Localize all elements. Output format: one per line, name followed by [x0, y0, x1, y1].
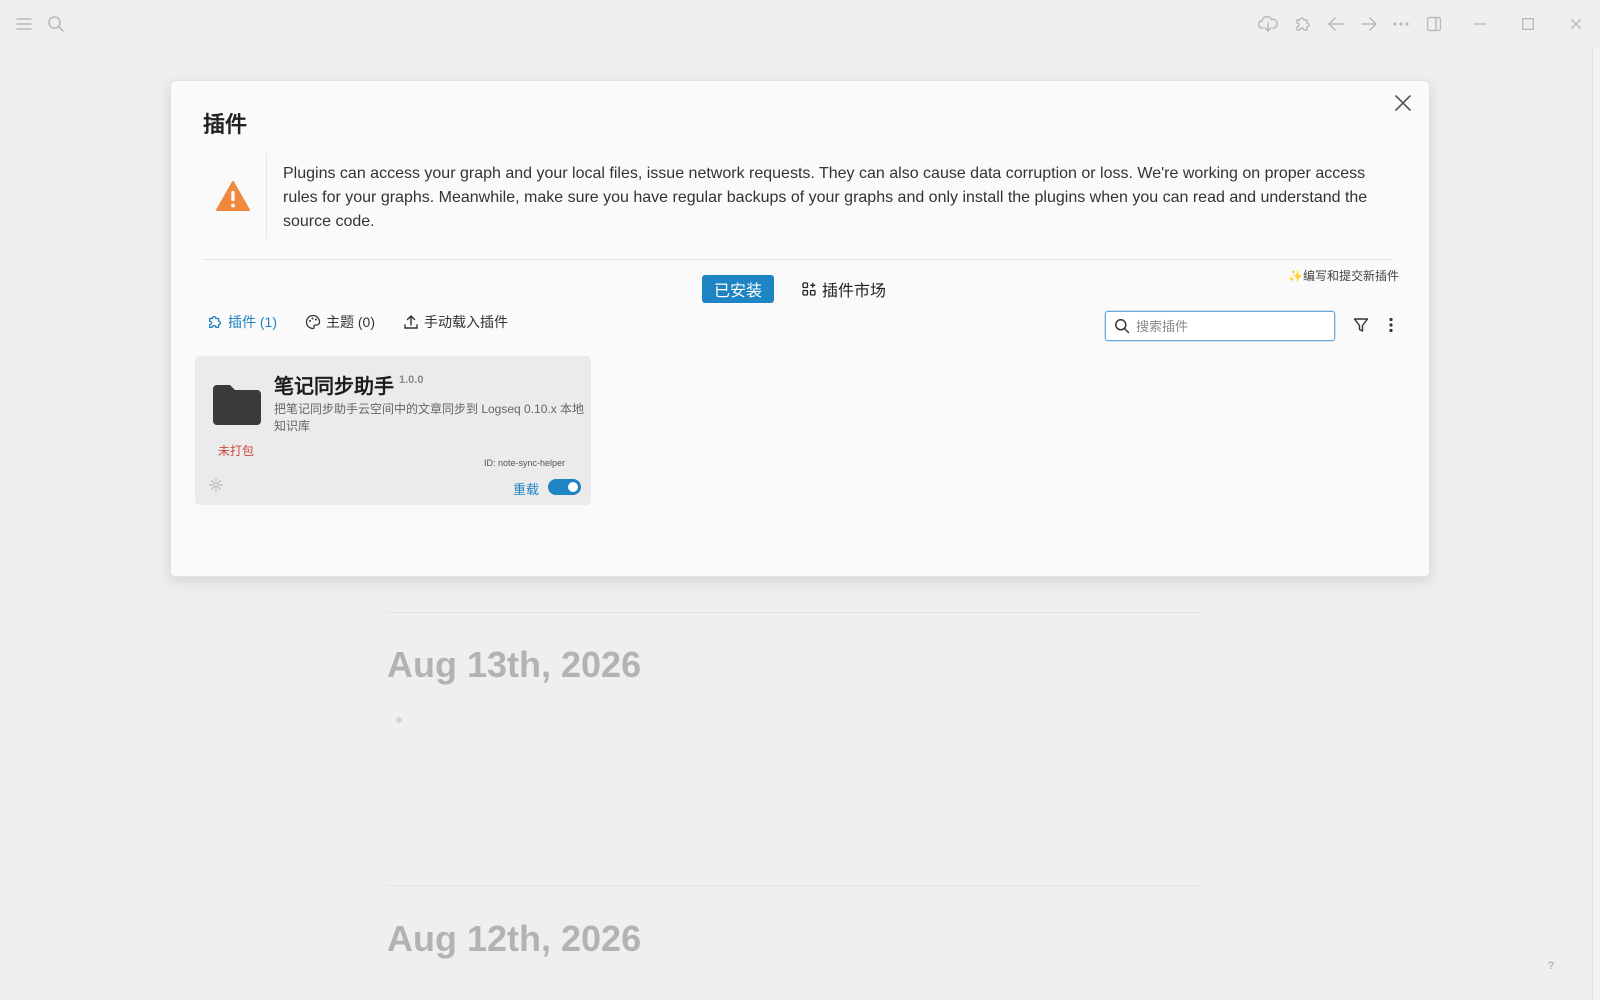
filter-plugins[interactable]: 插件 (1) [207, 312, 277, 332]
filter-themes-label: 主题 (0) [326, 314, 375, 330]
tab-marketplace[interactable]: 插件市场 [802, 275, 886, 303]
plugin-version: 1.0.0 [399, 374, 424, 386]
grid-plus-icon [802, 282, 816, 296]
dialog-title: 插件 [203, 112, 248, 137]
upload-icon [403, 314, 419, 330]
submit-plugin-link[interactable]: ✨编写和提交新插件 [1288, 267, 1399, 284]
plugin-enable-toggle[interactable] [548, 479, 581, 495]
warning-notice: Plugins can access your graph and your l… [203, 153, 1393, 249]
plugin-id: ID: note-sync-helper [484, 458, 566, 468]
plugin-description: 把笔记同步助手云空间中的文章同步到 Logseq 0.10.x 本地知识库 [274, 402, 585, 433]
unpacked-badge: 未打包 [218, 444, 255, 458]
warning-icon [215, 179, 251, 215]
plugin-search-box[interactable] [1105, 311, 1335, 341]
gear-icon[interactable] [209, 478, 223, 492]
reload-button[interactable]: 重载 [513, 479, 539, 498]
plugin-search-input[interactable] [1136, 318, 1326, 334]
filter-themes[interactable]: 主题 (0) [305, 312, 375, 332]
folder-icon [211, 383, 263, 427]
close-icon[interactable] [1391, 91, 1415, 115]
warning-text: Plugins can access your graph and your l… [283, 165, 1368, 230]
search-icon [1114, 318, 1130, 334]
filter-plugins-label: 插件 (1) [228, 314, 277, 330]
tab-marketplace-label: 插件市场 [822, 283, 887, 300]
plugin-name[interactable]: 笔记同步助手 [274, 370, 394, 399]
category-filters: 插件 (1) 主题 (0) 手动载入插件 [207, 311, 536, 333]
section-divider [203, 259, 1393, 260]
filter-icon[interactable] [1351, 315, 1371, 335]
plugin-card: 未打包 笔记同步助手 1.0.0 把笔记同步助手云空间中的文章同步到 Logse… [195, 356, 591, 505]
puzzle-icon [207, 314, 223, 330]
load-unpacked-label: 手动载入插件 [424, 314, 508, 330]
tab-installed[interactable]: 已安装 [702, 275, 774, 303]
warning-divider [266, 153, 267, 239]
plugins-dialog: 插件 Plugins can access your graph and you… [170, 80, 1430, 577]
toggle-knob [568, 482, 578, 492]
more-vertical-icon[interactable] [1381, 315, 1401, 335]
load-unpacked-button[interactable]: 手动载入插件 [403, 312, 508, 332]
palette-icon [305, 314, 321, 330]
